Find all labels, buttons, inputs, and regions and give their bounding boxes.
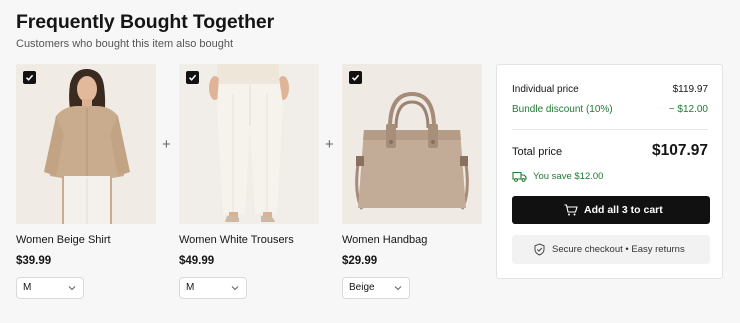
check-icon xyxy=(351,74,360,81)
page-title: Frequently Bought Together xyxy=(16,11,275,33)
product-name[interactable]: Women Handbag xyxy=(342,234,427,246)
product-image-trousers[interactable] xyxy=(179,64,319,224)
secure-checkout-text: Secure checkout • Easy returns xyxy=(552,244,685,255)
shield-icon xyxy=(534,243,545,256)
product-checkbox-trousers[interactable] xyxy=(186,71,199,84)
chevron-down-icon xyxy=(231,286,239,291)
cart-icon xyxy=(564,204,578,216)
divider xyxy=(512,129,708,130)
page-subtitle: Customers who bought this item also boug… xyxy=(16,38,234,50)
savings-note: You save $12.00 xyxy=(512,171,603,185)
product-name[interactable]: Women White Trousers xyxy=(179,234,294,246)
product-price: $39.99 xyxy=(16,255,52,267)
product-image-shirt[interactable] xyxy=(16,64,156,224)
size-select[interactable]: M xyxy=(179,277,247,299)
color-select-value: Beige xyxy=(349,282,375,293)
size-select-value: M xyxy=(186,282,195,293)
product-price: $29.99 xyxy=(342,255,378,267)
bundle-discount-value: − $12.00 xyxy=(668,104,708,115)
add-all-to-cart-label: Add all 3 to cart xyxy=(584,204,663,216)
individual-price-row: Individual price $119.97 xyxy=(512,84,708,95)
bundle-discount-row: Bundle discount (10%) − $12.00 xyxy=(512,104,708,115)
product-checkbox-handbag[interactable] xyxy=(349,71,362,84)
check-icon xyxy=(25,74,34,81)
plus-separator: + xyxy=(325,136,334,153)
truck-icon xyxy=(512,171,527,182)
add-all-to-cart-button[interactable]: Add all 3 to cart xyxy=(512,196,710,224)
color-select[interactable]: Beige xyxy=(342,277,410,299)
chevron-down-icon xyxy=(394,286,402,291)
individual-price-value: $119.97 xyxy=(672,84,708,95)
secure-checkout-badge: Secure checkout • Easy returns xyxy=(512,235,710,264)
product-price: $49.99 xyxy=(179,255,215,267)
total-price-label: Total price xyxy=(512,146,563,158)
size-select-value: M xyxy=(23,282,32,293)
size-select[interactable]: M xyxy=(16,277,84,299)
chevron-down-icon xyxy=(68,286,76,291)
bundle-discount-label: Bundle discount (10%) xyxy=(512,104,613,115)
product-card-trousers: Women White Trousers $49.99 M xyxy=(179,64,319,299)
individual-price-label: Individual price xyxy=(512,84,579,95)
bundle-summary-panel: Individual price $119.97 Bundle discount… xyxy=(496,64,723,279)
plus-separator: + xyxy=(162,136,171,153)
product-name[interactable]: Women Beige Shirt xyxy=(16,234,111,246)
check-icon xyxy=(188,74,197,81)
product-image-handbag[interactable] xyxy=(342,64,482,224)
savings-text: You save $12.00 xyxy=(533,171,604,182)
total-price-value: $107.97 xyxy=(651,142,708,159)
product-card-handbag: Women Handbag $29.99 Beige xyxy=(342,64,482,299)
product-card-shirt: Women Beige Shirt $39.99 M xyxy=(16,64,156,299)
product-checkbox-shirt[interactable] xyxy=(23,71,36,84)
